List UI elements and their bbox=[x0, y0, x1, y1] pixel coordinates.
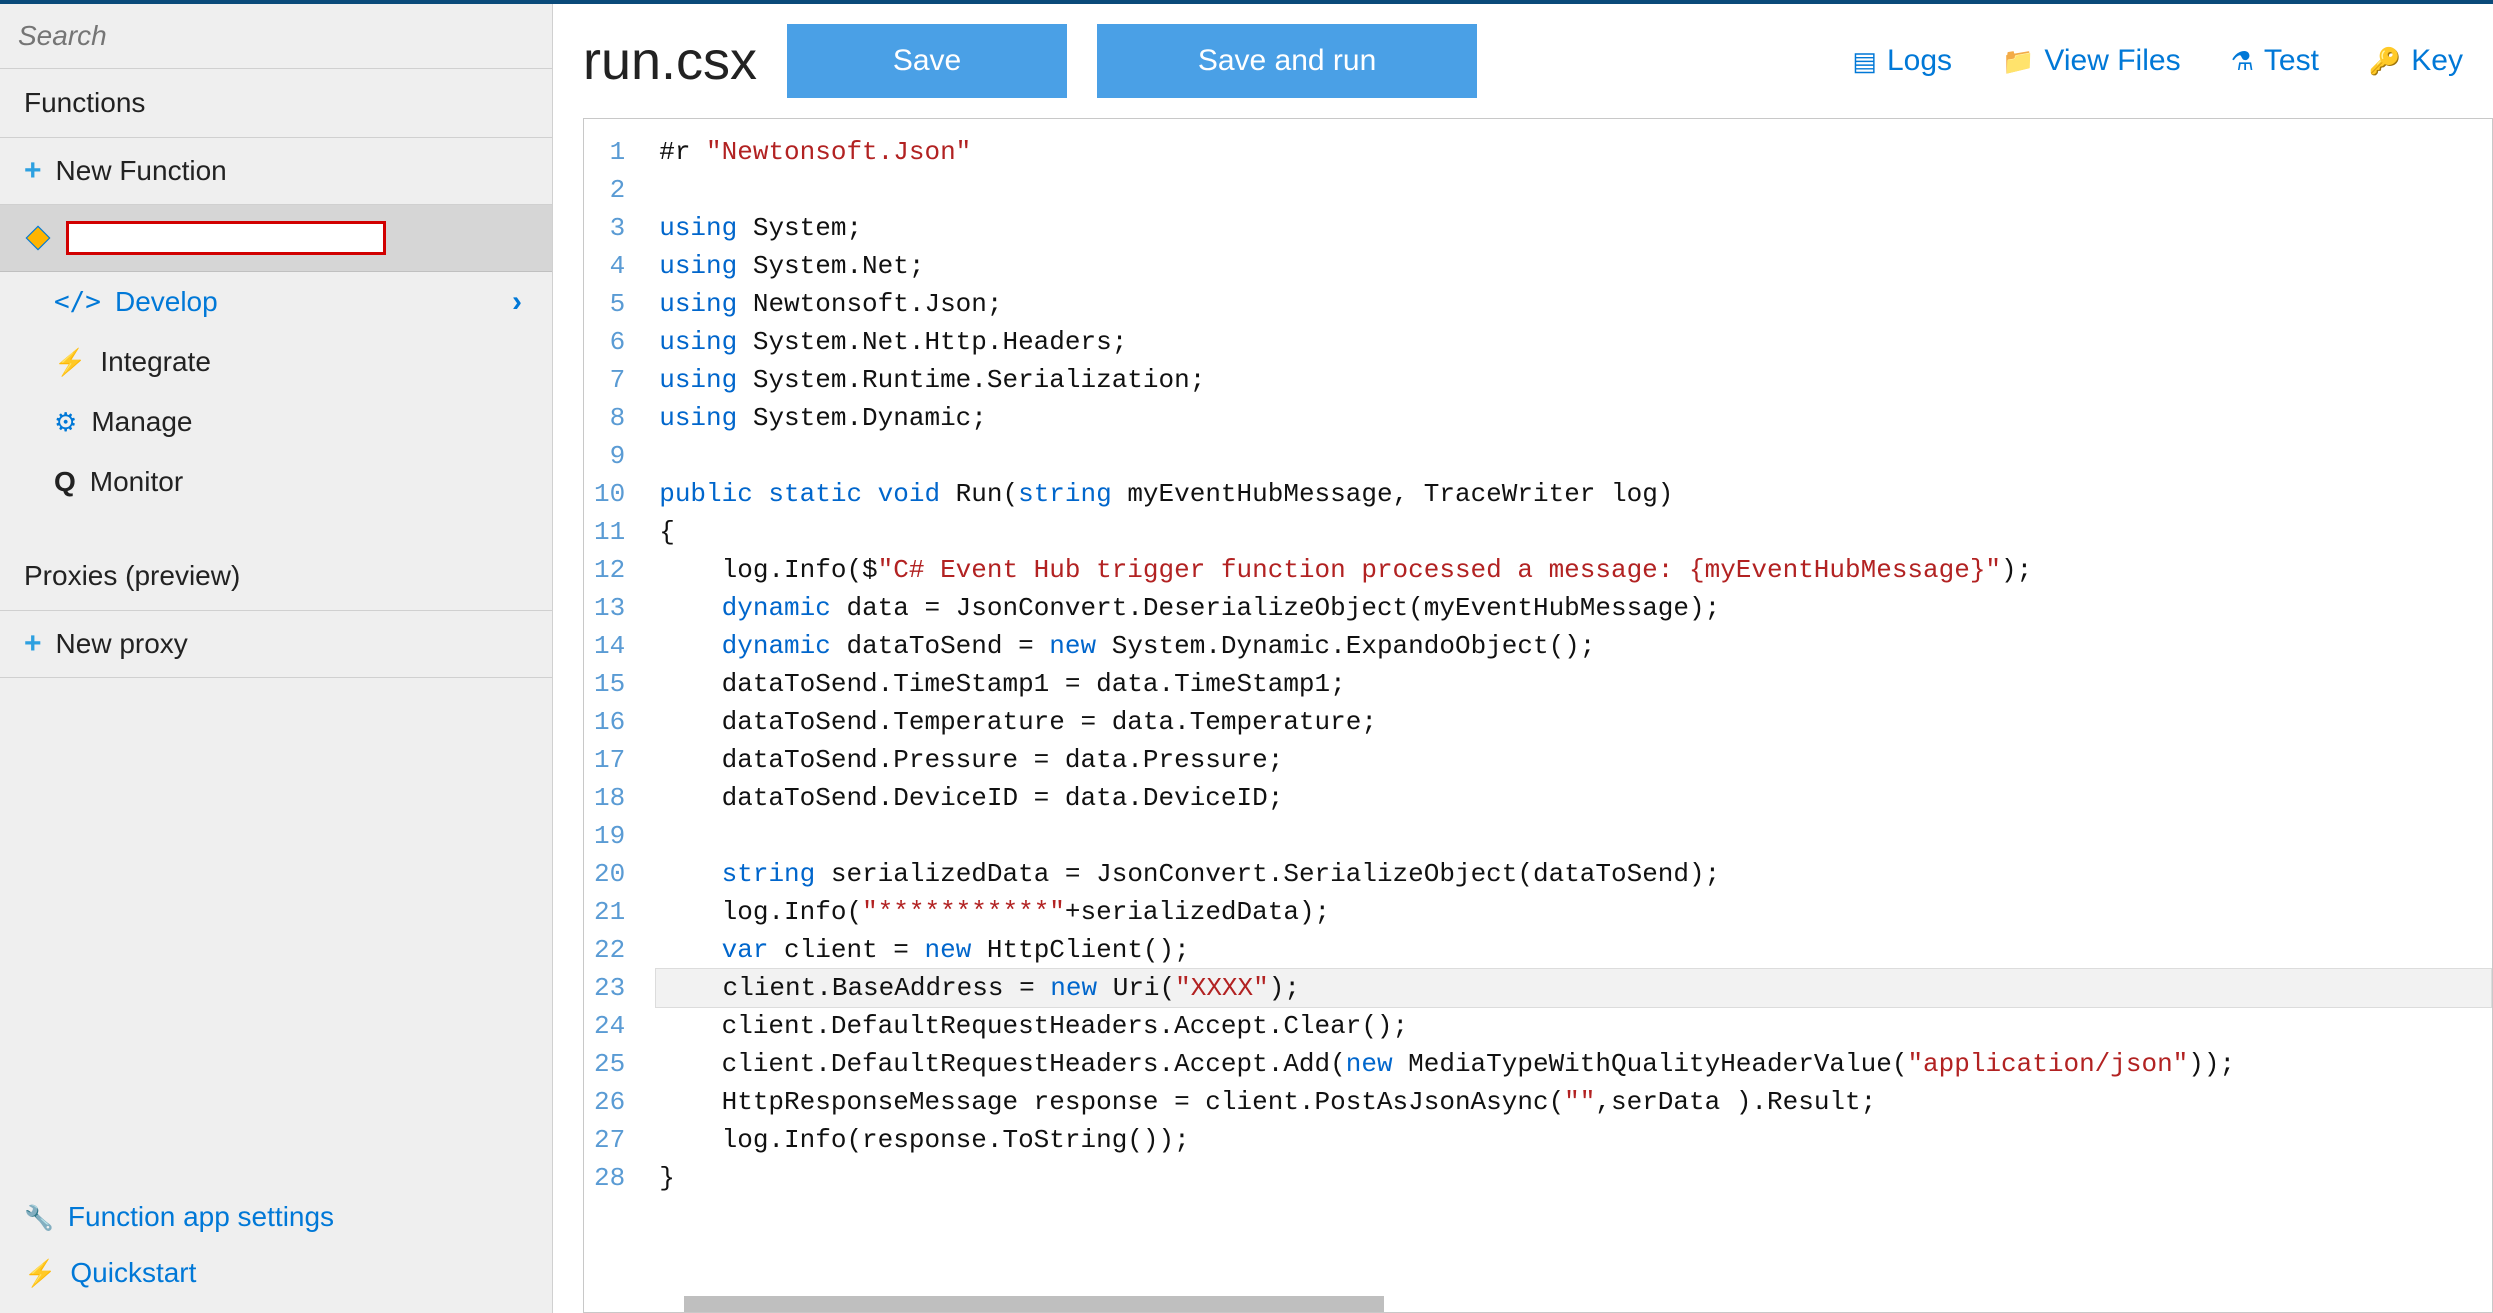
test-label: Test bbox=[2264, 44, 2319, 78]
keys-link[interactable]: 🔑 Key bbox=[2369, 44, 2463, 78]
function-app-settings-link[interactable]: Function app settings bbox=[24, 1201, 528, 1233]
function-app-settings-label: Function app settings bbox=[68, 1201, 334, 1233]
search-input[interactable] bbox=[18, 20, 534, 52]
save-and-run-button[interactable]: Save and run bbox=[1097, 24, 1477, 98]
content-area: run.csx Save Save and run ▤ Logs 📁 View … bbox=[553, 4, 2493, 1313]
quickstart-link[interactable]: Quickstart bbox=[24, 1257, 528, 1289]
sidebar-footer: Function app settings Quickstart bbox=[0, 1191, 552, 1313]
gear-icon bbox=[54, 406, 77, 438]
wrench-icon bbox=[24, 1201, 54, 1233]
flask-icon: ⚗ bbox=[2231, 46, 2254, 77]
code-area[interactable]: #r "Newtonsoft.Json" using System;using … bbox=[645, 119, 2492, 1312]
new-proxy-label: New proxy bbox=[56, 628, 188, 660]
search-box bbox=[0, 4, 552, 69]
code-editor[interactable]: 1234567891011121314151617181920212223242… bbox=[583, 118, 2493, 1313]
functions-header[interactable]: Functions bbox=[0, 69, 552, 138]
horizontal-scrollbar[interactable] bbox=[684, 1296, 1384, 1312]
current-function-item[interactable] bbox=[0, 205, 552, 272]
test-link[interactable]: ⚗ Test bbox=[2231, 44, 2319, 78]
folder-icon: 📁 bbox=[2002, 46, 2034, 77]
proxies-header[interactable]: Proxies (preview) bbox=[0, 542, 552, 611]
view-files-link[interactable]: 📁 View Files bbox=[2002, 44, 2181, 78]
sidebar-sub-monitor[interactable]: Q Monitor bbox=[0, 452, 552, 512]
chevron-right-icon: › bbox=[512, 285, 522, 319]
integrate-label: Integrate bbox=[100, 346, 211, 378]
content-header: run.csx Save Save and run ▤ Logs 📁 View … bbox=[553, 4, 2493, 108]
manage-label: Manage bbox=[91, 406, 192, 438]
sidebar-sub-develop[interactable]: </> Develop › bbox=[0, 272, 552, 332]
logs-icon: ▤ bbox=[1852, 46, 1877, 77]
keys-label: Key bbox=[2411, 44, 2463, 78]
sidebar: Functions + New Function </> Develop › I… bbox=[0, 4, 553, 1313]
plus-icon: + bbox=[24, 627, 42, 661]
file-title: run.csx bbox=[583, 30, 757, 92]
save-button[interactable]: Save bbox=[787, 24, 1067, 98]
bolt-icon bbox=[54, 346, 86, 378]
plus-icon: + bbox=[24, 154, 42, 188]
line-number-gutter: 1234567891011121314151617181920212223242… bbox=[584, 119, 645, 1312]
sidebar-sub-manage[interactable]: Manage bbox=[0, 392, 552, 452]
code-icon: </> bbox=[54, 287, 101, 317]
search-icon: Q bbox=[54, 466, 76, 498]
develop-label: Develop bbox=[115, 286, 218, 318]
function-name-input[interactable] bbox=[66, 221, 386, 255]
logs-link[interactable]: ▤ Logs bbox=[1852, 44, 1952, 78]
bolt-icon bbox=[24, 1257, 56, 1289]
new-function-item[interactable]: + New Function bbox=[0, 138, 552, 205]
key-icon: 🔑 bbox=[2369, 46, 2401, 77]
new-proxy-item[interactable]: + New proxy bbox=[0, 611, 552, 678]
logs-label: Logs bbox=[1887, 44, 1952, 78]
sidebar-sub-integrate[interactable]: Integrate bbox=[0, 332, 552, 392]
new-function-label: New Function bbox=[56, 155, 227, 187]
quickstart-label: Quickstart bbox=[70, 1257, 196, 1289]
monitor-label: Monitor bbox=[90, 466, 183, 498]
function-icon bbox=[24, 224, 52, 252]
view-files-label: View Files bbox=[2044, 44, 2180, 78]
